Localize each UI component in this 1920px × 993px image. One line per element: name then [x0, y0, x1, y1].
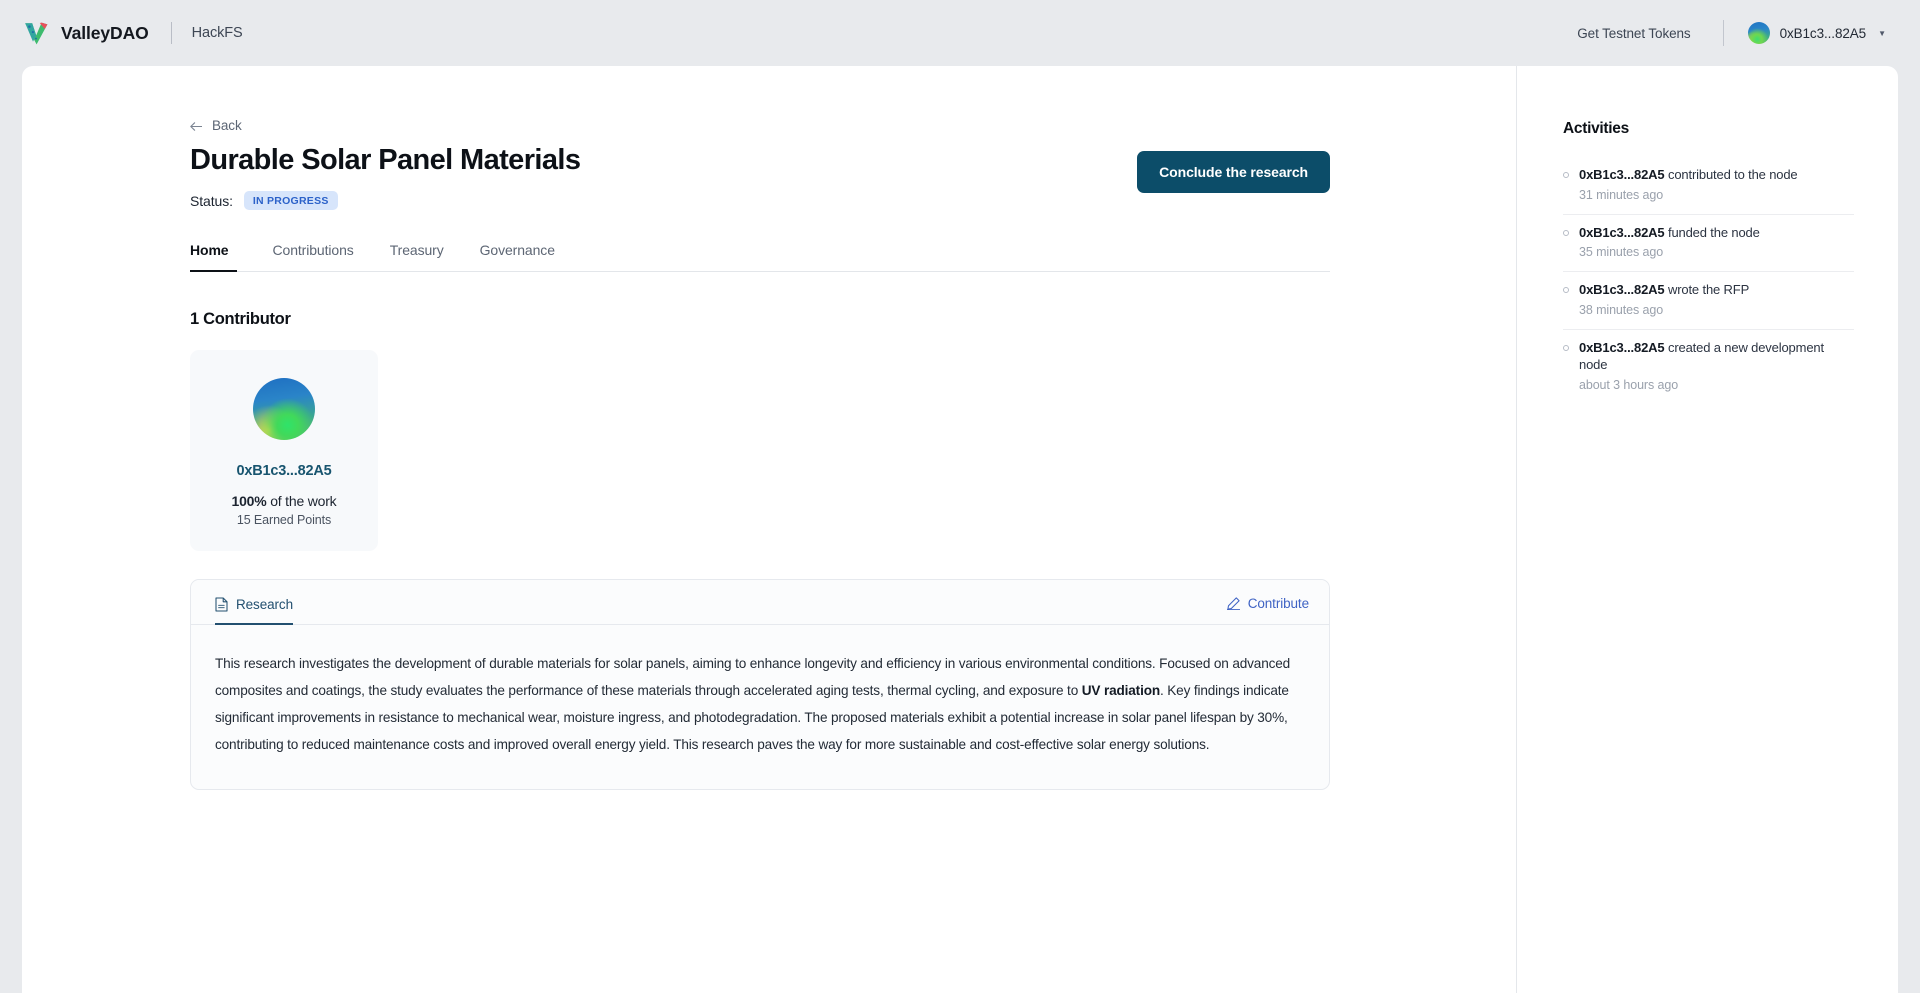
research-tab-label: Research	[236, 596, 293, 612]
main-content: Back Durable Solar Panel Materials Statu…	[190, 118, 1330, 790]
activity-actor: 0xB1c3...82A5	[1579, 282, 1665, 298]
title-block: Durable Solar Panel Materials Status: IN…	[190, 143, 581, 211]
pencil-icon	[1226, 597, 1240, 611]
research-panel-header: Research Contribute	[191, 580, 1329, 626]
contributor-points: 15 Earned Points	[236, 513, 332, 528]
brand-divider	[170, 22, 172, 44]
back-button[interactable]: Back	[190, 118, 242, 133]
work-percent: 100%	[231, 493, 267, 510]
bullet-icon	[1563, 287, 1569, 294]
wallet-avatar	[1747, 22, 1770, 44]
activity-text: 0xB1c3...82A5 created a new development …	[1579, 339, 1854, 374]
tab-treasury[interactable]: Treasury	[372, 242, 462, 271]
activity-actor: 0xB1c3...82A5	[1579, 167, 1665, 182]
activity-text: 0xB1c3...82A5 contributed to the node	[1579, 166, 1798, 184]
tab-governance[interactable]: Governance	[462, 242, 573, 271]
activity-body: 0xB1c3...82A5 contributed to the node 31…	[1579, 166, 1798, 202]
get-testnet-tokens-link[interactable]: Get Testnet Tokens	[1577, 26, 1690, 41]
research-panel: Research Contribute This research invest…	[190, 579, 1330, 790]
activity-body: 0xB1c3...82A5 created a new development …	[1579, 339, 1854, 392]
conclude-research-button[interactable]: Conclude the research	[1137, 151, 1330, 193]
activity-actor: 0xB1c3...82A5	[1579, 224, 1665, 240]
tab-home[interactable]: Home	[190, 242, 255, 273]
status-badge: IN PROGRESS	[243, 191, 338, 211]
activity-action: wrote the RFP	[1664, 282, 1750, 298]
top-bar-right: Get Testnet Tokens 0xB1c3...82A5 ▼	[1577, 20, 1886, 46]
page-shell: Back Durable Solar Panel Materials Statu…	[22, 66, 1898, 993]
top-bar: ValleyDAO HackFS Get Testnet Tokens 0xB1…	[0, 0, 1920, 66]
contribute-button[interactable]: Contribute	[1226, 596, 1309, 624]
activity-time: 31 minutes ago	[1579, 187, 1664, 202]
contributor-work-share: 100% of the work	[206, 493, 362, 509]
bullet-icon	[1563, 344, 1569, 351]
status-row: Status: IN PROGRESS	[190, 191, 580, 211]
activity-body: 0xB1c3...82A5 wrote the RFP 38 minutes a…	[1579, 281, 1749, 317]
page-title: Durable Solar Panel Materials	[190, 144, 581, 176]
chevron-down-icon: ▼	[1878, 28, 1886, 38]
main-column: Back Durable Solar Panel Materials Statu…	[22, 66, 1516, 993]
wallet-menu[interactable]: 0xB1c3...82A5 ▼	[1747, 22, 1886, 44]
document-icon	[215, 597, 228, 612]
title-row: Durable Solar Panel Materials Status: IN…	[190, 143, 1330, 211]
activities-sidebar: Activities 0xB1c3...82A5 contributed to …	[1516, 66, 1898, 993]
bullet-icon	[1563, 229, 1569, 236]
wallet-address: 0xB1c3...82A5	[1779, 25, 1867, 41]
back-label: Back	[212, 118, 242, 133]
topbar-divider	[1722, 20, 1724, 46]
activity-actor: 0xB1c3...82A5	[1579, 339, 1665, 355]
status-label: Status:	[190, 192, 233, 209]
brand[interactable]: ValleyDAO	[22, 19, 149, 47]
work-suffix: of the work	[266, 493, 337, 510]
research-text-bold: UV radiation	[1081, 683, 1160, 699]
activity-time: about 3 hours ago	[1579, 377, 1679, 392]
bullet-icon	[1563, 172, 1569, 178]
activity-text: 0xB1c3...82A5 funded the node	[1579, 224, 1760, 242]
contributor-card[interactable]: 0xB1c3...82A5 100% of the work 15 Earned…	[190, 350, 378, 552]
research-tab[interactable]: Research	[215, 597, 293, 625]
activity-body: 0xB1c3...82A5 funded the node 35 minutes…	[1579, 224, 1760, 260]
workspace-name[interactable]: HackFS	[192, 25, 243, 41]
activity-action: funded the node	[1664, 224, 1760, 240]
section-tabs: Home Contributions Treasury Governance	[190, 242, 1330, 273]
activity-text: 0xB1c3...82A5 wrote the RFP	[1579, 281, 1749, 299]
valleydao-logo-icon	[22, 19, 50, 47]
activity-action: contributed to the node	[1664, 167, 1798, 182]
activities-title: Activities	[1563, 120, 1629, 137]
activity-item[interactable]: 0xB1c3...82A5 funded the node 35 minutes…	[1563, 215, 1854, 273]
contributor-avatar	[253, 378, 315, 441]
brand-name: ValleyDAO	[61, 22, 149, 43]
contributor-address[interactable]: 0xB1c3...82A5	[206, 463, 362, 479]
tab-contributions[interactable]: Contributions	[255, 242, 372, 271]
contribute-label: Contribute	[1247, 596, 1309, 612]
activity-time: 35 minutes ago	[1579, 245, 1664, 260]
activity-item[interactable]: 0xB1c3...82A5 created a new development …	[1563, 330, 1854, 404]
contributors-heading: 1 Contributor	[190, 310, 291, 329]
activity-time: 38 minutes ago	[1579, 302, 1664, 317]
activity-item[interactable]: 0xB1c3...82A5 contributed to the node 31…	[1563, 157, 1854, 215]
activity-item[interactable]: 0xB1c3...82A5 wrote the RFP 38 minutes a…	[1563, 272, 1854, 330]
research-body: This research investigates the developme…	[191, 625, 1329, 789]
arrow-left-icon	[190, 120, 203, 131]
